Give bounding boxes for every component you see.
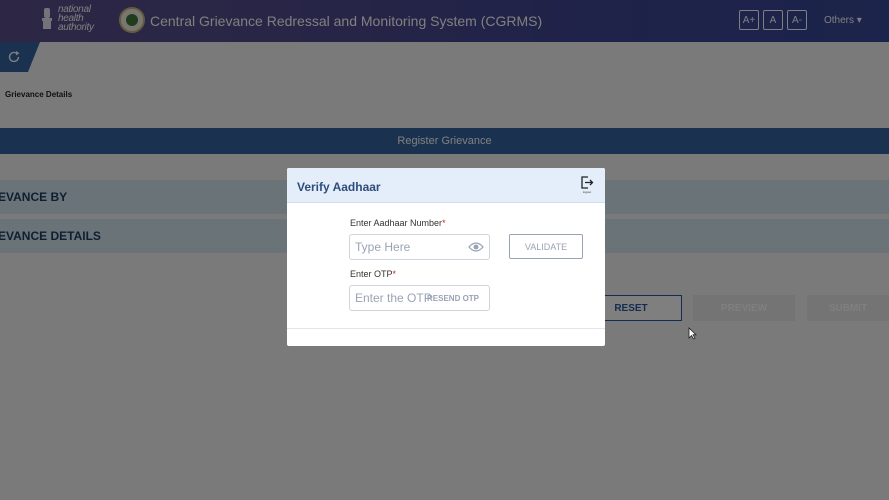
cursor-icon <box>688 327 697 340</box>
aadhaar-input[interactable]: Type Here <box>349 234 490 260</box>
eye-icon[interactable] <box>468 241 484 253</box>
aadhaar-label: Enter Aadhaar Number* <box>350 218 446 228</box>
aadhaar-placeholder: Type Here <box>355 240 411 254</box>
verify-aadhaar-modal: Verify Aadhaar logout Enter Aadhaar Numb… <box>287 168 605 346</box>
logout-icon <box>581 176 594 189</box>
logout-label: logout <box>582 190 592 194</box>
validate-button[interactable]: VALIDATE <box>509 234 583 259</box>
otp-label: Enter OTP* <box>350 269 397 279</box>
logout-button[interactable]: logout <box>577 176 597 200</box>
resend-otp-button[interactable]: RESEND OTP <box>427 294 479 303</box>
modal-divider <box>287 328 605 329</box>
modal-header: Verify Aadhaar logout <box>287 168 605 203</box>
otp-input[interactable]: Enter the OTP RESEND OTP <box>349 285 490 311</box>
modal-title: Verify Aadhaar <box>297 180 381 194</box>
otp-placeholder: Enter the OTP <box>355 291 432 305</box>
